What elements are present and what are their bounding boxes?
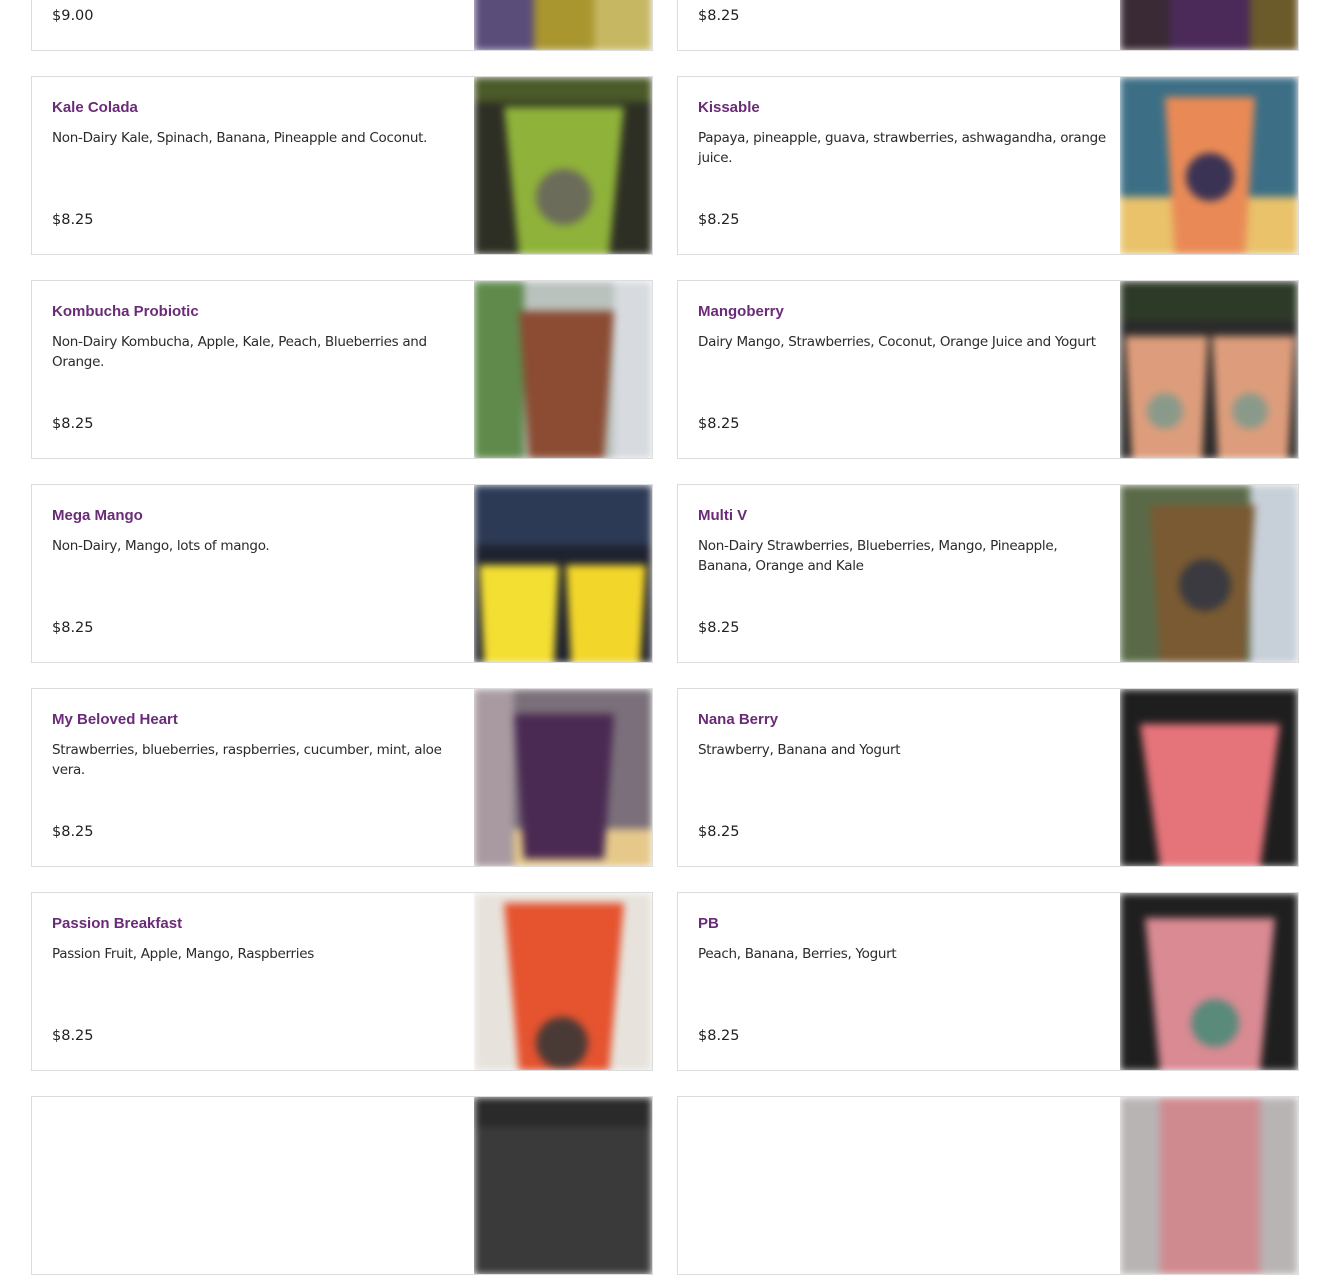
menu-item-card[interactable]: $9.00 — [31, 0, 653, 51]
menu-item-card[interactable]: Multi V Non-Dairy Strawberries, Blueberr… — [677, 484, 1299, 663]
item-price: $8.25 — [52, 1028, 94, 1044]
item-price: $8.25 — [52, 212, 94, 228]
menu-item-card[interactable]: Passion Breakfast Passion Fruit, Apple, … — [31, 892, 653, 1071]
item-price: $8.25 — [52, 620, 94, 636]
smoothie-photo — [1120, 281, 1298, 458]
item-description: Strawberry, Banana and Yogurt — [698, 742, 901, 758]
smoothie-photo — [474, 1097, 652, 1274]
smoothie-photo — [1120, 485, 1298, 662]
smoothie-photo — [1120, 77, 1298, 254]
item-price: $8.25 — [698, 212, 740, 228]
item-name: Mega Mango — [52, 507, 143, 524]
item-description: Non-Dairy Kale, Spinach, Banana, Pineapp… — [52, 130, 428, 146]
item-price: $8.25 — [52, 416, 94, 432]
item-name: My Beloved Heart — [52, 711, 178, 728]
smoothie-photo — [474, 485, 652, 662]
item-price: $8.25 — [698, 416, 740, 432]
smoothie-photo — [474, 689, 652, 866]
item-description: Peach, Banana, Berries, Yogurt — [698, 946, 897, 962]
smoothie-photo — [474, 281, 652, 458]
smoothie-photo — [474, 893, 652, 1070]
item-description: Papaya, pineapple, guava, strawberries, … — [698, 130, 1106, 166]
smoothie-photo — [474, 0, 652, 50]
item-price: $8.25 — [698, 824, 740, 840]
item-price: $9.00 — [52, 8, 94, 24]
item-price: $8.25 — [698, 1028, 740, 1044]
item-name: PB — [698, 915, 719, 932]
item-description: Non-Dairy Kombucha, Apple, Kale, Peach, … — [52, 334, 427, 370]
item-name: Kombucha Probiotic — [52, 303, 199, 320]
item-price: $8.25 — [698, 8, 740, 24]
item-description: Dairy Mango, Strawberries, Coconut, Oran… — [698, 334, 1096, 350]
menu-item-card[interactable] — [677, 1096, 1299, 1275]
menu-item-card[interactable]: Kombucha Probiotic Non-Dairy Kombucha, A… — [31, 280, 653, 459]
menu-item-card[interactable]: Mega Mango Non-Dairy, Mango, lots of man… — [31, 484, 653, 663]
item-description: Non-Dairy Strawberries, Blueberries, Man… — [698, 538, 1058, 574]
menu-item-card[interactable]: PB Peach, Banana, Berries, Yogurt $8.25 — [677, 892, 1299, 1071]
menu-item-card[interactable]: Nana Berry Strawberry, Banana and Yogurt… — [677, 688, 1299, 867]
smoothie-photo — [1120, 689, 1298, 866]
smoothie-photo — [1120, 0, 1298, 50]
menu-item-card[interactable]: Kissable Papaya, pineapple, guava, straw… — [677, 76, 1299, 255]
menu-item-card[interactable]: Mangoberry Dairy Mango, Strawberries, Co… — [677, 280, 1299, 459]
item-name: Kale Colada — [52, 99, 138, 116]
menu-item-card[interactable]: My Beloved Heart Strawberries, blueberri… — [31, 688, 653, 867]
item-name: Passion Breakfast — [52, 915, 183, 932]
item-name: Nana Berry — [698, 711, 779, 728]
smoothie-photo — [474, 77, 652, 254]
item-name: Kissable — [698, 99, 760, 116]
menu-item-card[interactable]: $8.25 — [677, 0, 1299, 51]
item-price: $8.25 — [52, 824, 94, 840]
smoothie-photo — [1120, 893, 1298, 1070]
item-description: Passion Fruit, Apple, Mango, Raspberries — [52, 946, 314, 962]
menu-item-card[interactable] — [31, 1096, 653, 1275]
smoothie-photo — [1120, 1097, 1298, 1274]
item-price: $8.25 — [698, 620, 740, 636]
item-name: Multi V — [698, 507, 748, 524]
item-description: Non-Dairy, Mango, lots of mango. — [52, 538, 270, 554]
item-description: Strawberries, blueberries, raspberries, … — [52, 742, 442, 778]
item-name: Mangoberry — [698, 303, 784, 320]
menu-item-card[interactable]: Kale Colada Non-Dairy Kale, Spinach, Ban… — [31, 76, 653, 255]
